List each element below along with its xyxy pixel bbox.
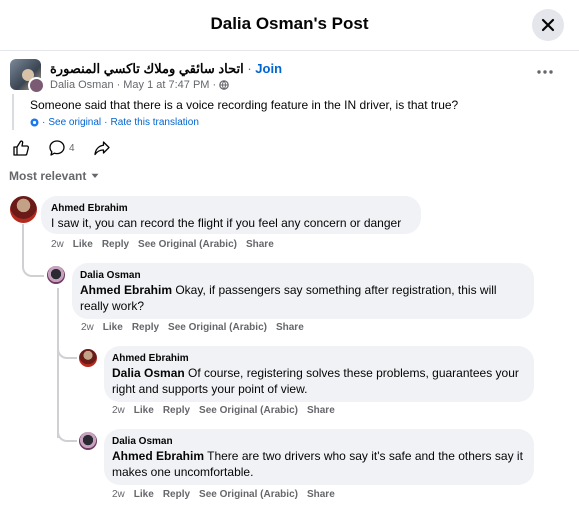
comment-icon bbox=[49, 140, 65, 156]
thread-connector bbox=[57, 324, 77, 359]
translation-line: · See original · Rate this translation bbox=[30, 117, 532, 128]
dialog-header: Dalia Osman's Post bbox=[0, 0, 579, 51]
share-link[interactable]: Share bbox=[246, 239, 274, 250]
comment-author[interactable]: Ahmed Ebrahim bbox=[112, 352, 526, 365]
see-original-link[interactable]: See Original (Arabic) bbox=[199, 405, 298, 416]
sort-dropdown[interactable]: Most relevant bbox=[9, 169, 99, 183]
like-icon bbox=[13, 140, 30, 156]
comment-time[interactable]: 2w bbox=[112, 489, 125, 500]
comment-time[interactable]: 2w bbox=[112, 405, 125, 416]
comment-text: Ahmed Ebrahim There are two drivers who … bbox=[112, 449, 523, 479]
group-line: اتحاد سائقي وملاك تاكسي المنصورة · Join bbox=[50, 61, 283, 76]
comment-actions: 2w Like Reply See Original (Arabic) Shar… bbox=[51, 239, 274, 250]
group-name[interactable]: اتحاد سائقي وملاك تاكسي المنصورة bbox=[50, 61, 244, 76]
comment-bubble: Ahmed Ebrahim I saw it, you can record t… bbox=[41, 196, 421, 234]
avatar[interactable] bbox=[79, 432, 97, 450]
comment-author[interactable]: Dalia Osman bbox=[112, 435, 526, 448]
like-button[interactable] bbox=[12, 139, 30, 157]
mention-link[interactable]: Ahmed Ebrahim bbox=[80, 283, 172, 297]
comment-time[interactable]: 2w bbox=[51, 239, 64, 250]
comment-bubble: Ahmed Ebrahim Dalia Osman Of course, reg… bbox=[104, 346, 534, 402]
like-link[interactable]: Like bbox=[134, 489, 154, 500]
post-actions: 4 bbox=[12, 138, 111, 158]
share-icon bbox=[93, 141, 110, 156]
rate-translation-link[interactable]: Rate this translation bbox=[111, 117, 199, 128]
comment-text: I saw it, you can record the flight if y… bbox=[51, 216, 402, 230]
comment-actions: 2w Like Reply See Original (Arabic) Shar… bbox=[112, 405, 335, 416]
share-link[interactable]: Share bbox=[276, 322, 304, 333]
post-header: اتحاد سائقي وملاك تاكسي المنصورة · Join … bbox=[10, 59, 553, 94]
close-icon bbox=[541, 18, 555, 32]
see-original-link[interactable]: See Original (Arabic) bbox=[138, 239, 237, 250]
reply-link[interactable]: Reply bbox=[163, 405, 190, 416]
close-button[interactable] bbox=[532, 9, 564, 41]
mention-link[interactable]: Dalia Osman bbox=[112, 366, 185, 380]
post-author[interactable]: Dalia Osman bbox=[50, 79, 114, 91]
mention-link[interactable]: Ahmed Ebrahim bbox=[112, 449, 204, 463]
like-link[interactable]: Like bbox=[134, 405, 154, 416]
share-link[interactable]: Share bbox=[307, 405, 335, 416]
dialog-title: Dalia Osman's Post bbox=[210, 14, 369, 33]
avatar[interactable] bbox=[10, 196, 37, 223]
reply-link[interactable]: Reply bbox=[163, 489, 190, 500]
share-link[interactable]: Share bbox=[307, 489, 335, 500]
thread-connector bbox=[22, 224, 44, 277]
author-avatar[interactable] bbox=[28, 77, 45, 94]
more-icon bbox=[537, 70, 553, 74]
comment-actions: 2w Like Reply See Original (Arabic) Shar… bbox=[81, 322, 304, 333]
reply-link[interactable]: Reply bbox=[102, 239, 129, 250]
post-time[interactable]: May 1 at 7:47 PM bbox=[123, 79, 209, 91]
see-original-link[interactable]: See Original (Arabic) bbox=[199, 489, 298, 500]
globe-icon bbox=[219, 80, 229, 90]
comment-text: Ahmed Ebrahim Okay, if passengers say so… bbox=[80, 283, 497, 313]
share-button[interactable] bbox=[93, 139, 111, 157]
post-meta: Dalia Osman · May 1 at 7:47 PM · bbox=[50, 79, 229, 91]
comment-bubble: Dalia Osman Ahmed Ebrahim Okay, if passe… bbox=[72, 263, 534, 319]
translate-icon bbox=[30, 118, 39, 127]
sort-label: Most relevant bbox=[9, 169, 87, 183]
thread-connector bbox=[57, 405, 77, 442]
comment-time[interactable]: 2w bbox=[81, 322, 94, 333]
like-link[interactable]: Like bbox=[103, 322, 123, 333]
reply-link[interactable]: Reply bbox=[132, 322, 159, 333]
more-options-button[interactable] bbox=[537, 65, 557, 79]
post-body: Someone said that there is a voice recor… bbox=[12, 94, 532, 130]
join-link[interactable]: Join bbox=[255, 61, 282, 76]
comment-count: 4 bbox=[69, 142, 75, 154]
chevron-down-icon bbox=[91, 173, 99, 178]
avatar[interactable] bbox=[79, 349, 97, 367]
avatar[interactable] bbox=[47, 266, 65, 284]
comment-button[interactable]: 4 bbox=[48, 139, 75, 157]
comment-actions: 2w Like Reply See Original (Arabic) Shar… bbox=[112, 489, 335, 500]
see-original-link[interactable]: See original bbox=[48, 117, 101, 128]
comment-author[interactable]: Dalia Osman bbox=[80, 269, 526, 282]
comment-author[interactable]: Ahmed Ebrahim bbox=[51, 202, 411, 215]
comment-text: Dalia Osman Of course, registering solve… bbox=[112, 366, 519, 396]
post-text: Someone said that there is a voice recor… bbox=[30, 98, 459, 112]
see-original-link[interactable]: See Original (Arabic) bbox=[168, 322, 267, 333]
comment-bubble: Dalia Osman Ahmed Ebrahim There are two … bbox=[104, 429, 534, 485]
like-link[interactable]: Like bbox=[73, 239, 93, 250]
